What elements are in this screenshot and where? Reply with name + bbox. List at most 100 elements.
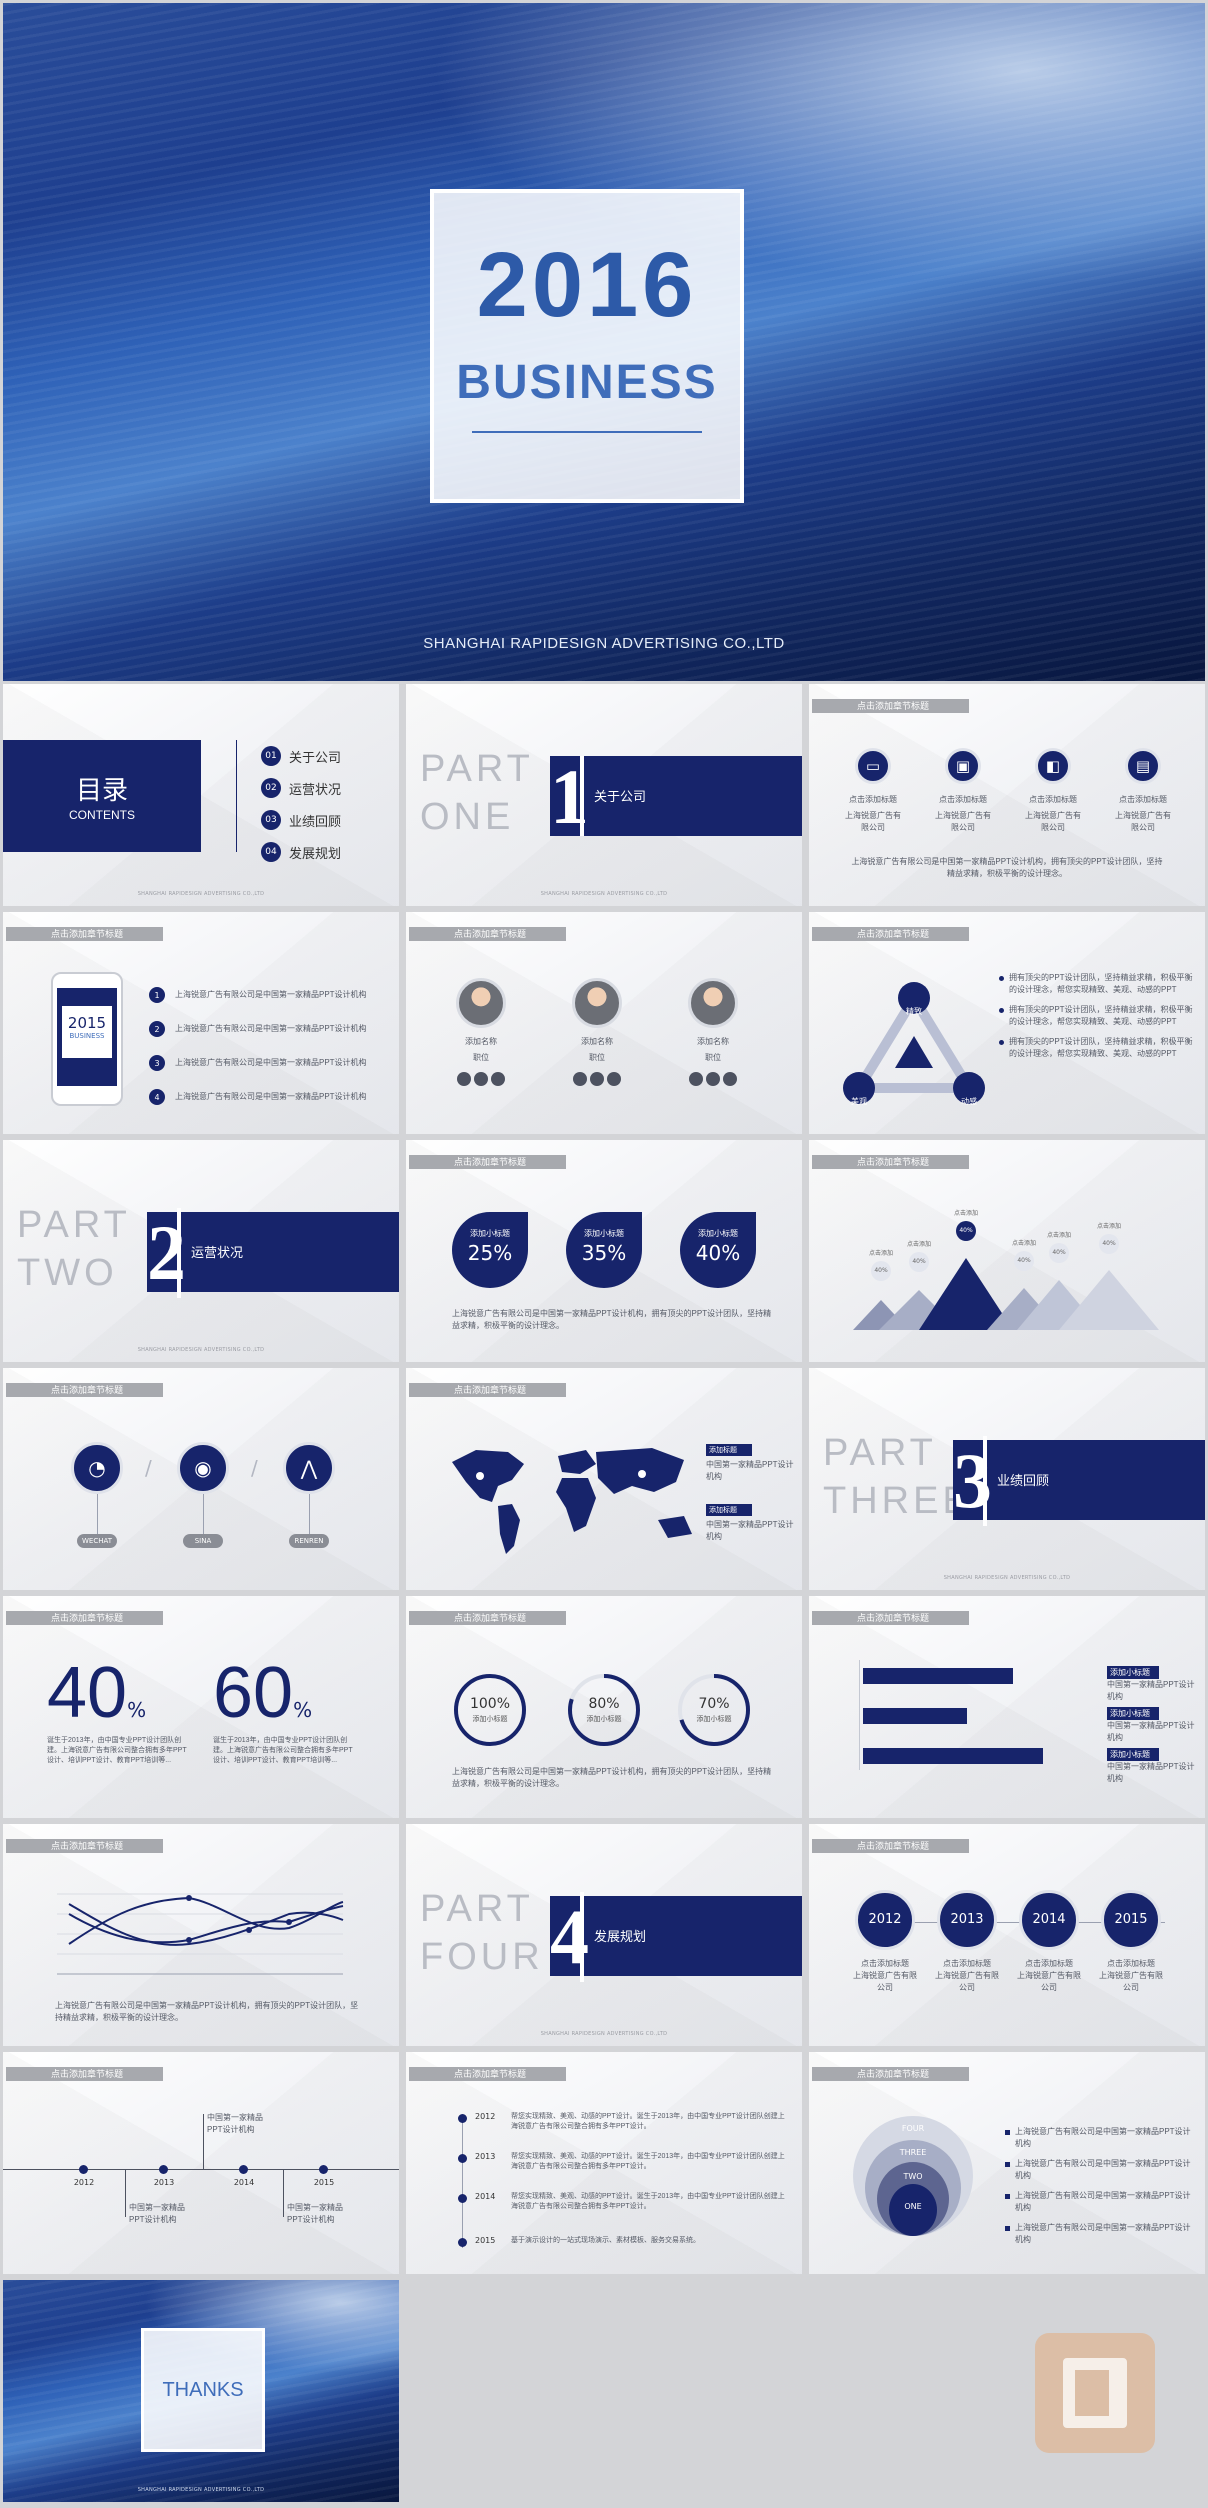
contents-item[interactable]: 03 业绩回顾 — [261, 804, 391, 836]
progress-rings-slide[interactable]: 点击添加章节标题 100% 添加小标题 80% 添加小标题 70% 添加小标题 … — [406, 1596, 802, 1818]
percent-circles-slide[interactable]: 点击添加章节标题 添加小标题 25% 添加小标题 35% 添加小标题 40% 上… — [406, 1140, 802, 1362]
percent-badge[interactable]: 添加小标题 25% — [452, 1212, 528, 1288]
contents-slide[interactable]: 目录 CONTENTS 01 关于公司 02 运营状况 03 业绩回顾 04 发展规划 … — [3, 684, 399, 906]
concentric-slide[interactable]: 点击添加章节标题 FOUR THREE TWO ONE 上海锐意广告有限公司是中… — [809, 2052, 1205, 2274]
legend-text: 中国第一家精品PPT设计机构 — [1107, 1680, 1195, 1701]
slide-footer: SHANGHAI RAPIDESIGN ADVERTISING CO.,LTD — [137, 2487, 265, 2493]
map-callout[interactable]: 添加标题 中国第一家精品PPT设计机构 — [706, 1444, 796, 1483]
timeline-year: 2015 — [313, 2178, 335, 2187]
contents-item[interactable]: 04 发展规划 — [261, 836, 391, 868]
mountain-slide[interactable]: 点击添加章节标题 点击添加 点击添加 点击添加 点击添加 点击添加 点击添加 4… — [809, 1140, 1205, 1362]
wechat-icon[interactable] — [573, 1072, 587, 1086]
year-title: 点击添加标题 — [861, 1959, 909, 1968]
team-member[interactable]: 添加名称 职位 — [562, 978, 632, 1086]
world-map — [452, 1448, 692, 1554]
part-numeral: 2 — [147, 1208, 186, 1298]
bar-slide[interactable]: 点击添加章节标题 添加小标题 中国第一家精品PPT设计机构 添加小标题 中国第一… — [809, 1596, 1205, 1818]
line-chart-slide[interactable]: 点击添加章节标题 上海锐意广告有限公司是中国第一家精品PPT设计机构，拥有顶尖的… — [3, 1824, 399, 2046]
year-circle: 2013 — [937, 1890, 997, 1950]
year-item[interactable]: 2015 点击添加标题 上海锐意广告有限公司 — [1099, 1890, 1163, 1994]
part-three-slide[interactable]: PART THREE 3 业绩回顾 SHANGHAI RAPIDESIGN AD… — [809, 1368, 1205, 1590]
slide-footer: SHANGHAI RAPIDESIGN ADVERTISING CO.,LTD — [137, 891, 265, 897]
list-item[interactable]: 3 上海锐意广告有限公司是中国第一家精品PPT设计机构 — [149, 1046, 389, 1080]
contents-item-number: 01 — [261, 746, 281, 766]
contents-item-label: 运营状况 — [289, 782, 342, 798]
cover-slide[interactable]: 2016 BUSINESS SHANGHAI RAPIDESIGN ADVERT… — [3, 3, 1205, 681]
year-item[interactable]: 2014 点击添加标题 上海锐意广告有限公司 — [1017, 1890, 1081, 1994]
bullet-text: 上海锐意广告有限公司是中国第一家精品PPT设计机构 — [1015, 2159, 1191, 2180]
team-member[interactable]: 添加名称 职位 — [678, 978, 748, 1086]
list-item[interactable]: 4 上海锐意广告有限公司是中国第一家精品PPT设计机构 — [149, 1080, 389, 1114]
year-circles-slide[interactable]: 点击添加章节标题 2012 点击添加标题 上海锐意广告有限公司 2013 点击添… — [809, 1824, 1205, 2046]
list-item[interactable]: 2 上海锐意广告有限公司是中国第一家精品PPT设计机构 — [149, 1012, 389, 1046]
map-callout[interactable]: 添加标题 中国第一家精品PPT设计机构 — [706, 1504, 796, 1543]
icon-item-title: 点击添加标题 — [849, 795, 897, 804]
part-four-slide[interactable]: PART FOUR 4 发展规划 SHANGHAI RAPIDESIGN ADV… — [406, 1824, 802, 2046]
social-item[interactable]: ◔ WECHAT — [69, 1442, 125, 1548]
icon-item[interactable]: ▣ 点击添加标题 上海锐意广告有限公司 — [933, 748, 993, 834]
renren-icon[interactable] — [723, 1072, 737, 1086]
thanks-slide[interactable]: THANKS SHANGHAI RAPIDESIGN ADVERTISING C… — [3, 2280, 399, 2502]
renren-icon[interactable] — [607, 1072, 621, 1086]
stat-text: 诞生于2013年，由中国专业PPT设计团队创建。上海锐意广告有限公司整合拥有多年… — [47, 1737, 187, 1764]
renren-icon[interactable] — [491, 1072, 505, 1086]
avatar — [688, 978, 738, 1028]
mountain-label: 点击添加 — [868, 1250, 893, 1257]
stat-unit: % — [293, 1698, 313, 1722]
list-text: 上海锐意广告有限公司是中国第一家精品PPT设计机构 — [175, 1092, 367, 1101]
social-item[interactable]: ⋀ RENREN — [281, 1442, 337, 1548]
contents-item-label: 关于公司 — [289, 750, 342, 766]
social-item[interactable]: ◉ SINA — [175, 1442, 231, 1548]
team-member[interactable]: 添加名称 职位 — [446, 978, 516, 1086]
part-two-slide[interactable]: PART TWO 2 运营状况 SHANGHAI RAPIDESIGN ADVE… — [3, 1140, 399, 1362]
section-tag: 点击添加章节标题 — [812, 699, 969, 713]
timeline-slide[interactable]: 点击添加章节标题 2012 2013 2014 2015 中国第一家精品PPT设… — [3, 2052, 399, 2274]
wechat-icon[interactable] — [689, 1072, 703, 1086]
wechat-icon[interactable] — [457, 1072, 471, 1086]
avatar — [572, 978, 622, 1028]
part-word: PART — [420, 1888, 534, 1930]
year-text: 上海锐意广告有限公司 — [853, 1971, 917, 1992]
stat-value: 60 — [213, 1653, 294, 1733]
section-tag: 点击添加章节标题 — [812, 2067, 969, 2081]
series-line — [68, 1903, 344, 1946]
weibo-icon[interactable] — [474, 1072, 488, 1086]
weibo-icon[interactable] — [590, 1072, 604, 1086]
team-slide[interactable]: 点击添加章节标题 添加名称 职位 添加名称 职位 添加名称 职位 — [406, 912, 802, 1134]
big-percent-slide[interactable]: 点击添加章节标题 40% 诞生于2013年，由中国专业PPT设计团队创建。上海锐… — [3, 1596, 399, 1818]
icon-item[interactable]: ◧ 点击添加标题 上海锐意广告有限公司 — [1023, 748, 1083, 834]
icons-slide[interactable]: 点击添加章节标题 ▭ 点击添加标题 上海锐意广告有限公司 ▣ 点击添加标题 上海… — [809, 684, 1205, 906]
percent-badge[interactable]: 添加小标题 35% — [566, 1212, 642, 1288]
triangle-slide[interactable]: 点击添加章节标题 精致 美观 动感 拥有顶尖的PPT设计团队，坚持精益求精，积极… — [809, 912, 1205, 1134]
vertical-timeline-slide[interactable]: 点击添加章节标题 2012 帮您实现精致、美观、动感的PPT设计。诞生于2013… — [406, 2052, 802, 2274]
mountain-label: 点击添加 — [1011, 1240, 1036, 1247]
contents-item[interactable]: 02 运营状况 — [261, 772, 391, 804]
icon-item[interactable]: ▤ 点击添加标题 上海锐意广告有限公司 — [1113, 748, 1173, 834]
part-numeral: 1 — [550, 753, 589, 840]
timeline-entry: 2014 帮您实现精致、美观、动感的PPT设计。诞生于2013年，由中国专业PP… — [458, 2192, 788, 2212]
percent-value: 40% — [695, 1241, 741, 1265]
year-item[interactable]: 2013 点击添加标题 上海锐意广告有限公司 — [935, 1890, 999, 1994]
timeline-entry: 2015 基于演示设计的一站式现场演示、素材模板、服务交易系统。 — [458, 2236, 788, 2247]
year-item[interactable]: 2012 点击添加标题 上海锐意广告有限公司 — [853, 1890, 917, 1994]
legend-title: 添加小标题 — [1107, 1707, 1159, 1720]
cover-company: SHANGHAI RAPIDESIGN ADVERTISING CO.,LTD — [423, 635, 785, 652]
year-title: 点击添加标题 — [1107, 1959, 1155, 1968]
list-item[interactable]: 1 上海锐意广告有限公司是中国第一家精品PPT设计机构 — [149, 978, 389, 1012]
phone-list-slide[interactable]: 点击添加章节标题 2015 BUSINESS 1 上海锐意广告有限公司是中国第一家… — [3, 912, 399, 1134]
percent-badge[interactable]: 添加小标题 40% — [680, 1212, 756, 1288]
slide-paragraph: 上海锐意广告有限公司是中国第一家精品PPT设计机构，拥有顶尖的PPT设计团队，坚… — [452, 1309, 772, 1330]
part-one-slide[interactable]: PART ONE 1 关于公司 SHANGHAI RAPIDESIGN ADVE… — [406, 684, 802, 906]
contents-item[interactable]: 01 关于公司 — [261, 740, 391, 772]
list-number: 1 — [149, 987, 165, 1003]
slide-footer: SHANGHAI RAPIDESIGN ADVERTISING CO.,LTD — [540, 891, 668, 897]
member-role: 职位 — [589, 1053, 605, 1062]
stat-block: 40% 诞生于2013年，由中国专业PPT设计团队创建。上海锐意广告有限公司整合… — [47, 1652, 187, 1766]
timeline-year: 2014 — [233, 2178, 255, 2187]
world-map-slide[interactable]: 点击添加章节标题 添加标题 中国第一家精品PPT设计机构 添加标题 中国第一家精… — [406, 1368, 802, 1590]
bullet-text: 上海锐意广告有限公司是中国第一家精品PPT设计机构 — [1015, 2223, 1191, 2244]
weibo-icon[interactable] — [706, 1072, 720, 1086]
timeline-stem — [203, 2114, 204, 2169]
icon-item[interactable]: ▭ 点击添加标题 上海锐意广告有限公司 — [843, 748, 903, 834]
social-slide[interactable]: 点击添加章节标题 ◔ WECHAT ◉ SINA ⋀ RENREN / / — [3, 1368, 399, 1590]
